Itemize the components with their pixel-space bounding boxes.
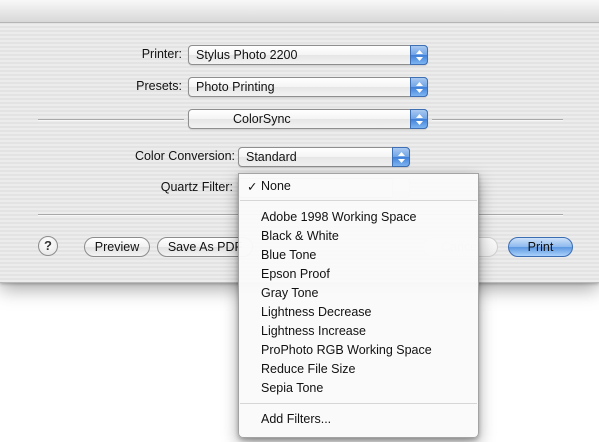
menu-item[interactable]: Sepia Tone (261, 381, 323, 395)
checkmark-icon: ✓ (247, 180, 258, 194)
separator-left (38, 119, 184, 120)
quartz-filter-menu: ✓ None Adobe 1998 Working Space Black & … (238, 173, 479, 438)
panel-selector-value: ColorSync (233, 112, 291, 126)
printer-popup[interactable]: Stylus Photo 2200 (188, 45, 428, 65)
printer-label: Printer: (141, 47, 182, 61)
menu-item[interactable]: Adobe 1998 Working Space (261, 210, 416, 224)
print-button[interactable]: Print (508, 237, 573, 257)
panel-selector-popup[interactable]: ColorSync (188, 109, 428, 129)
menu-item[interactable]: Lightness Decrease (261, 305, 371, 319)
quartz-filter-label: Quartz Filter: (160, 180, 233, 194)
presets-popup[interactable]: Photo Printing (188, 77, 428, 97)
printer-value: Stylus Photo 2200 (196, 48, 298, 62)
menu-separator (240, 403, 477, 404)
menu-item[interactable]: Epson Proof (261, 267, 330, 281)
help-button[interactable]: ? (38, 236, 58, 256)
sheet-top-edge (0, 0, 599, 23)
menu-item[interactable]: Black & White (261, 229, 339, 243)
color-conversion-popup[interactable]: Standard (238, 147, 410, 167)
preview-button[interactable]: Preview (84, 237, 150, 257)
presets-value: Photo Printing (196, 80, 275, 94)
color-conversion-label: Color Conversion: (134, 149, 235, 163)
menu-separator (240, 200, 477, 201)
popup-arrows-icon (392, 147, 410, 167)
separator-right (432, 119, 563, 120)
presets-label: Presets: (136, 79, 182, 93)
menu-item[interactable]: Gray Tone (261, 286, 318, 300)
color-conversion-value: Standard (246, 150, 297, 164)
menu-item-none[interactable]: None (261, 179, 291, 193)
popup-arrows-icon (410, 77, 428, 97)
menu-item[interactable]: ProPhoto RGB Working Space (261, 343, 432, 357)
popup-arrows-icon (410, 109, 428, 129)
menu-item[interactable]: Blue Tone (261, 248, 316, 262)
menu-item-add-filters[interactable]: Add Filters... (261, 412, 331, 426)
menu-item[interactable]: Reduce File Size (261, 362, 356, 376)
menu-item[interactable]: Lightness Increase (261, 324, 366, 338)
popup-arrows-icon (410, 45, 428, 65)
